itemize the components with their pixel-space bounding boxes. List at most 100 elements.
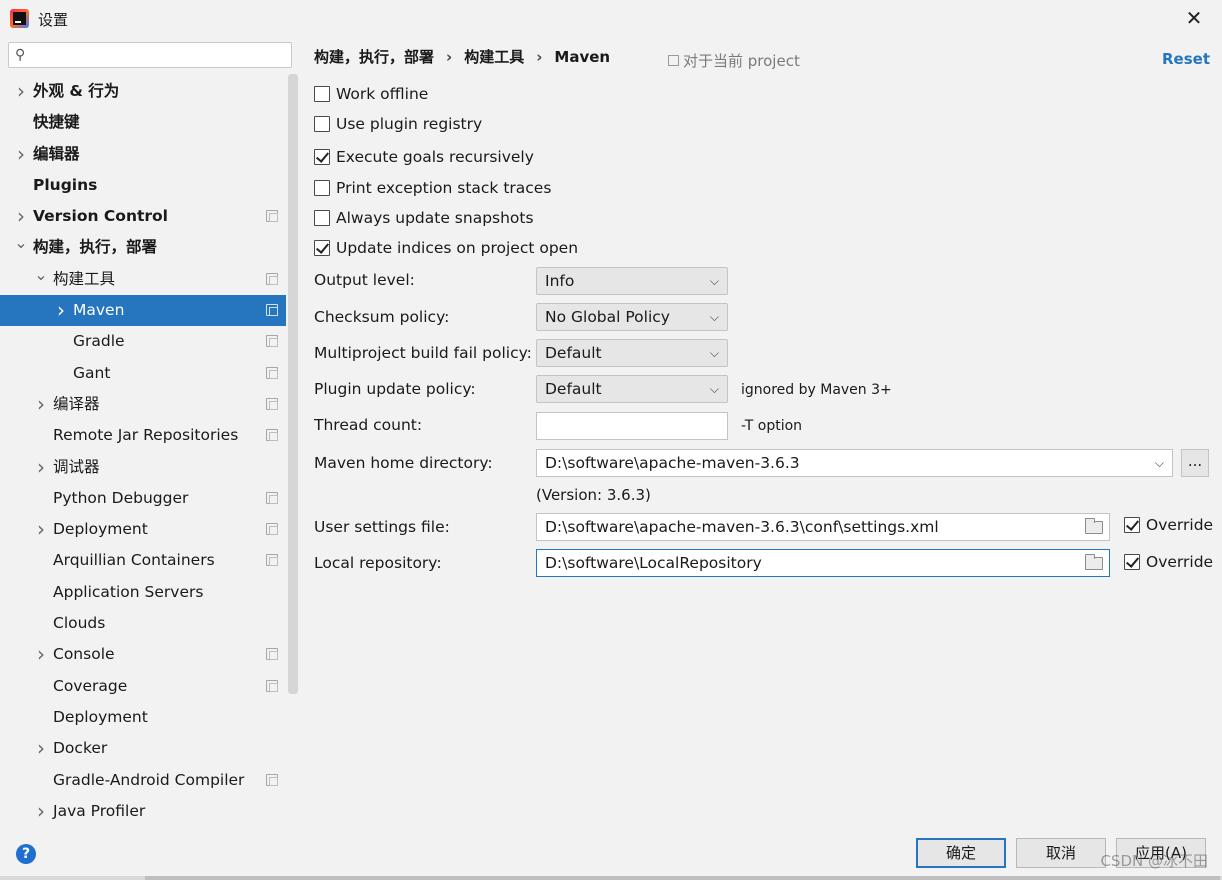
execute-goals-checkbox[interactable]: [314, 149, 330, 165]
sidebar-item[interactable]: › 编辑器: [0, 139, 286, 170]
search-input[interactable]: [37, 46, 287, 64]
print-exception-checkbox[interactable]: [314, 180, 330, 196]
override-label: Override: [1146, 553, 1214, 571]
update-indices-checkbox[interactable]: [314, 240, 330, 256]
breadcrumb-separator: ›: [536, 48, 543, 66]
sidebar-item[interactable]: Clouds: [0, 608, 286, 639]
use-plugin-registry-checkbox[interactable]: [314, 116, 330, 132]
chevron-down-icon[interactable]: ⌵: [1155, 450, 1164, 476]
sidebar-item[interactable]: › Java Profiler: [0, 796, 286, 827]
sidebar-item[interactable]: Remote Jar Repositories: [0, 420, 286, 451]
select-value: Default: [545, 344, 602, 362]
multiproject-policy-label: Multiproject build fail policy:: [314, 344, 532, 362]
project-scope-icon: [266, 366, 278, 379]
sidebar-item[interactable]: › Console: [0, 639, 286, 670]
work-offline-checkbox[interactable]: [314, 86, 330, 102]
help-icon[interactable]: ?: [16, 844, 36, 864]
window-title: 设置: [38, 11, 69, 29]
chevron-right-icon[interactable]: ›: [14, 76, 28, 107]
sidebar-item[interactable]: › Deployment: [0, 514, 286, 545]
maven-home-label: Maven home directory:: [314, 454, 493, 472]
thread-count-label: Thread count:: [314, 416, 423, 434]
checksum-policy-select[interactable]: No Global Policy ⌵: [536, 303, 728, 331]
chevron-right-icon[interactable]: ›: [34, 452, 48, 483]
sidebar-item[interactable]: Gradle: [0, 326, 286, 357]
chevron-right-icon[interactable]: ›: [14, 139, 28, 170]
sidebar-item-label: 调试器: [53, 457, 100, 476]
thread-count-input[interactable]: [536, 412, 728, 440]
maven-settings-panel: 构建，执行，部署 › 构建工具 › Maven 对于当前 project Reset W…: [300, 36, 1222, 826]
local-repository-field[interactable]: D:\software\LocalRepository: [536, 549, 1110, 577]
sidebar-item-label: Version Control: [33, 207, 168, 226]
scope-indicator: 对于当前 project: [668, 50, 800, 71]
folder-icon[interactable]: [1085, 554, 1103, 570]
sidebar-item[interactable]: › 调试器: [0, 452, 286, 483]
option-label: Use plugin registry: [336, 115, 483, 133]
sidebar-item[interactable]: Gant: [0, 358, 286, 389]
multiproject-policy-select[interactable]: Default ⌵: [536, 339, 728, 367]
sidebar-item[interactable]: › Version Control: [0, 201, 286, 232]
breadcrumb: 构建，执行，部署 › 构建工具 › Maven: [314, 46, 618, 67]
sidebar-item-label: 外观 & 行为: [33, 82, 120, 100]
ok-button[interactable]: 确定: [916, 838, 1006, 868]
settings-sidebar: ⚲ › 外观 & 行为 快捷键 › 编辑器 Plugins › Version Control…: [0, 36, 300, 826]
reset-link[interactable]: Reset: [1162, 50, 1210, 68]
sidebar-item-label: 编译器: [53, 394, 100, 413]
intellij-logo-icon: [10, 9, 29, 28]
chevron-right-icon[interactable]: ›: [34, 514, 48, 545]
chevron-right-icon[interactable]: ›: [34, 389, 48, 420]
scope-label: 对于当前 project: [683, 52, 800, 70]
watermark: CSDN @冰不田: [1100, 852, 1208, 870]
sidebar-item-label: Console: [53, 645, 115, 664]
sidebar-item[interactable]: Gradle-Android Compiler: [0, 765, 286, 796]
folder-icon[interactable]: [1085, 518, 1103, 534]
cancel-button[interactable]: 取消: [1016, 838, 1106, 868]
user-settings-field[interactable]: D:\software\apache-maven-3.6.3\conf\sett…: [536, 513, 1110, 541]
browse-maven-home-button[interactable]: ...: [1181, 449, 1209, 477]
sidebar-scrollbar[interactable]: [288, 74, 298, 694]
sidebar-item[interactable]: › Maven: [0, 295, 286, 327]
sidebar-item[interactable]: Plugins: [0, 170, 286, 201]
chevron-right-icon[interactable]: ›: [34, 639, 48, 670]
sidebar-item[interactable]: › 编译器: [0, 389, 286, 420]
chevron-down-icon[interactable]: ⌄: [14, 227, 28, 258]
title-bar: 设置 ✕: [0, 0, 1222, 36]
plugin-update-policy-select[interactable]: Default ⌵: [536, 375, 728, 403]
sidebar-item[interactable]: Python Debugger: [0, 483, 286, 514]
settings-search[interactable]: ⚲: [8, 42, 292, 68]
breadcrumb-separator: ›: [446, 48, 453, 66]
checksum-policy-label: Checksum policy:: [314, 308, 450, 326]
taskbar-strip: [0, 876, 1222, 880]
sidebar-item-label: Clouds: [53, 614, 106, 633]
chevron-down-icon: ⌵: [709, 274, 719, 288]
sidebar-item-label: Gant: [73, 363, 111, 382]
close-icon[interactable]: ✕: [1180, 5, 1208, 31]
sidebar-item-label: Coverage: [53, 676, 128, 695]
sidebar-item[interactable]: 快捷键: [0, 107, 286, 138]
output-level-select[interactable]: Info ⌵: [536, 267, 728, 295]
user-settings-override-checkbox[interactable]: [1124, 517, 1140, 533]
chevron-down-icon[interactable]: ⌄: [34, 259, 48, 290]
search-icon[interactable]: ⚲: [15, 47, 25, 63]
project-scope-icon: [266, 679, 278, 692]
sidebar-item-label: 构建工具: [53, 269, 116, 288]
sidebar-item[interactable]: Coverage: [0, 671, 286, 702]
sidebar-item[interactable]: Arquillian Containers: [0, 545, 286, 576]
update-snapshots-checkbox[interactable]: [314, 210, 330, 226]
sidebar-item[interactable]: Deployment: [0, 702, 286, 733]
chevron-right-icon[interactable]: ›: [34, 796, 48, 827]
maven-home-combo[interactable]: D:\software\apache-maven-3.6.3 ⌵: [536, 449, 1173, 477]
breadcrumb-item: Maven: [554, 48, 611, 66]
chevron-right-icon[interactable]: ›: [54, 295, 68, 326]
chevron-right-icon[interactable]: ›: [34, 733, 48, 764]
sidebar-item-label: Application Servers: [53, 582, 204, 601]
sidebar-item[interactable]: ⌄ 构建工具: [0, 264, 286, 295]
sidebar-item[interactable]: Application Servers: [0, 577, 286, 608]
project-scope-icon: [266, 304, 278, 317]
chevron-down-icon: ⌵: [709, 382, 719, 396]
sidebar-item[interactable]: › Docker: [0, 733, 286, 764]
sidebar-item-label: Gradle: [73, 332, 125, 351]
override-label: Override: [1146, 516, 1214, 534]
sidebar-item[interactable]: › 外观 & 行为: [0, 76, 286, 107]
local-repository-override-checkbox[interactable]: [1124, 554, 1140, 570]
